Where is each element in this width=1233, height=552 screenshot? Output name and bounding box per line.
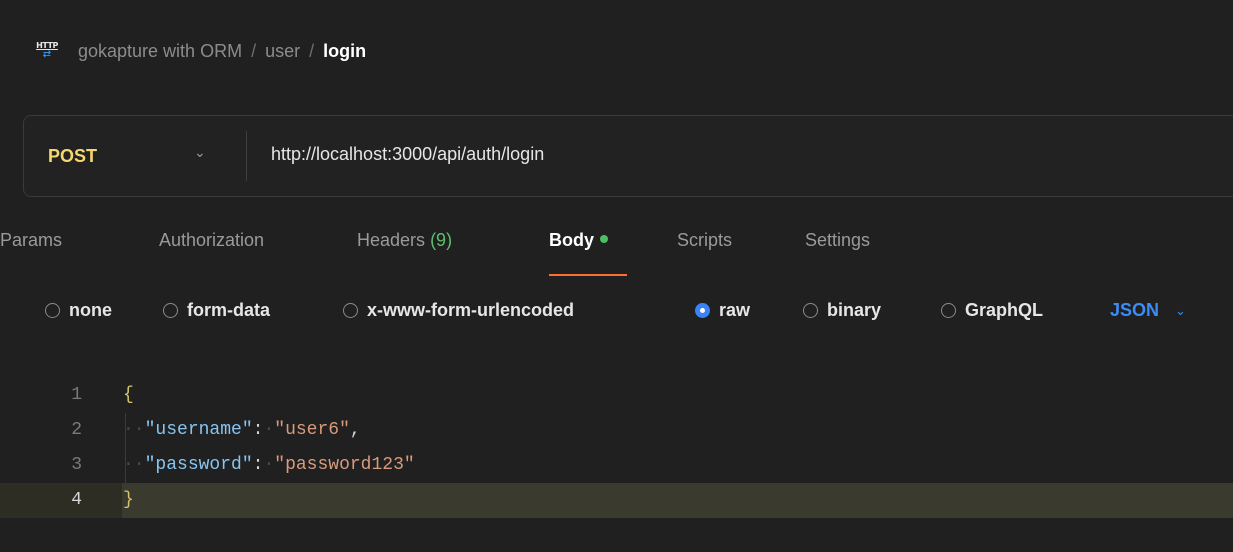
line-number: 2 — [71, 420, 82, 440]
code-text: } — [123, 483, 134, 518]
breadcrumb-separator: / — [309, 40, 315, 61]
line-number: 4 — [71, 490, 82, 510]
radio-form-data[interactable]: form-data — [163, 300, 270, 321]
tab-settings[interactable]: Settings — [805, 230, 870, 251]
radio-urlencoded[interactable]: x-www-form-urlencoded — [343, 300, 574, 321]
code-line[interactable]: 2 ··"username":·"user6", — [0, 413, 1233, 448]
divider — [246, 131, 247, 181]
request-editor: HTTP ⇄ gokapture with ORM / user / login… — [0, 0, 1233, 552]
open-brace: { — [123, 385, 134, 405]
tab-headers-label: Headers — [357, 230, 426, 250]
url-bar: POST ⌄ — [23, 115, 1233, 197]
line-number: 3 — [71, 455, 82, 475]
chevron-down-icon[interactable]: ⌄ — [194, 144, 206, 161]
radio-label: form-data — [187, 300, 271, 320]
close-brace: } — [123, 490, 134, 510]
radio-none[interactable]: none — [45, 300, 112, 321]
tab-scripts[interactable]: Scripts — [677, 230, 732, 251]
tab-params[interactable]: Params — [0, 230, 62, 251]
code-text: { — [123, 378, 134, 413]
headers-count: (9) — [430, 230, 453, 250]
url-input[interactable] — [271, 144, 1171, 165]
radio-binary[interactable]: binary — [803, 300, 881, 321]
breadcrumb-folder[interactable]: user — [265, 41, 300, 62]
json-key: "password" — [144, 455, 253, 475]
radio-label: raw — [719, 300, 751, 320]
radio-label: none — [69, 300, 112, 320]
radio-button[interactable] — [941, 303, 956, 318]
radio-label: binary — [827, 300, 882, 320]
code-editor[interactable]: 1 { 2 ··"username":·"user6", 3 ··"passwo… — [0, 378, 1233, 552]
tab-headers[interactable]: Headers (9) — [357, 230, 452, 251]
comma: , — [349, 420, 361, 440]
radio-button-selected[interactable] — [695, 303, 710, 318]
radio-raw[interactable]: raw — [695, 300, 750, 321]
code-text: ··"username":·"user6", — [123, 420, 361, 440]
json-value: "user6" — [274, 420, 350, 440]
radio-label: GraphQL — [965, 300, 1044, 320]
radio-button[interactable] — [45, 303, 60, 318]
radio-label: x-www-form-urlencoded — [367, 300, 575, 320]
code-line[interactable]: 3 ··"password":·"password123" — [0, 448, 1233, 483]
colon: : — [252, 420, 264, 440]
json-value: "password123" — [274, 455, 415, 475]
code-text: ··"password":·"password123" — [123, 455, 415, 475]
radio-button[interactable] — [163, 303, 178, 318]
line-number: 1 — [71, 385, 82, 405]
method-select[interactable]: POST — [48, 146, 97, 167]
current-line-highlight — [122, 483, 1233, 518]
radio-graphql[interactable]: GraphQL — [941, 300, 1043, 321]
breadcrumb-request-name[interactable]: login — [323, 41, 366, 62]
code-line-current[interactable]: 4 } — [0, 483, 1233, 518]
tab-authorization[interactable]: Authorization — [159, 230, 264, 251]
radio-button[interactable] — [803, 303, 818, 318]
radio-button[interactable] — [343, 303, 358, 318]
colon: : — [252, 455, 264, 475]
breadcrumb-separator: / — [251, 40, 257, 61]
chevron-down-icon: ⌄ — [1175, 302, 1186, 318]
modified-dot — [600, 235, 608, 244]
tab-body[interactable]: Body — [549, 230, 608, 251]
code-line[interactable]: 1 { — [0, 378, 1233, 413]
breadcrumb: HTTP ⇄ gokapture with ORM / user / login — [36, 40, 366, 62]
language-label: JSON — [1110, 300, 1160, 320]
json-key: "username" — [144, 420, 253, 440]
active-tab-indicator — [549, 274, 627, 276]
language-select[interactable]: JSON ⌄ — [1110, 300, 1186, 321]
http-request-icon: HTTP ⇄ — [36, 41, 58, 60]
tab-body-label: Body — [549, 230, 594, 250]
breadcrumb-collection[interactable]: gokapture with ORM — [78, 41, 242, 62]
breadcrumb-bar: HTTP ⇄ gokapture with ORM / user / login — [0, 0, 1233, 100]
